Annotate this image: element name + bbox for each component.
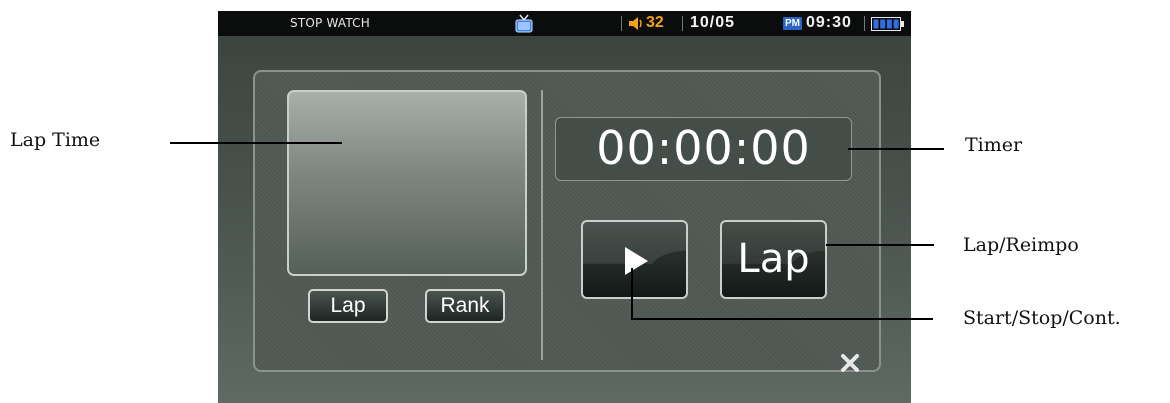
callout-line-start-horizontal xyxy=(631,318,933,320)
callout-label-start-stop: Start/Stop/Cont. xyxy=(963,307,1121,329)
status-bar: STOP WATCH 32 10/05 PM 09:30 xyxy=(218,11,911,36)
stopwatch-screen: STOP WATCH 32 10/05 PM 09:30 Lap Rank 00… xyxy=(218,11,911,403)
status-separator xyxy=(621,16,622,31)
callout-line-lap-reimpo xyxy=(826,244,934,246)
callout-line-timer xyxy=(848,148,944,150)
speaker-icon xyxy=(629,17,642,30)
lap-reset-button[interactable]: Lap xyxy=(720,220,827,299)
date-readout: 10/05 xyxy=(690,14,736,31)
volume-level: 32 xyxy=(646,14,664,31)
ampm-badge: PM xyxy=(783,17,802,30)
callout-label-lap-reimpo: Lap/Reimpo xyxy=(963,234,1079,256)
callout-label-timer: Timer xyxy=(965,134,1023,156)
status-separator xyxy=(864,16,865,31)
panel-divider xyxy=(541,90,543,360)
tv-icon xyxy=(515,14,533,33)
app-title: STOP WATCH xyxy=(290,16,370,30)
callout-line-start-vertical xyxy=(631,268,633,320)
rank-button[interactable]: Rank xyxy=(425,289,505,323)
start-stop-button[interactable] xyxy=(581,220,688,299)
status-separator xyxy=(682,16,683,31)
lap-button-label: Lap xyxy=(737,236,810,282)
callout-line-lap-time xyxy=(170,142,342,144)
battery-icon xyxy=(871,17,904,31)
stopwatch-panel: Lap Rank 00:00:00 Lap xyxy=(253,70,881,372)
close-icon[interactable] xyxy=(838,351,862,375)
clock-readout: 09:30 xyxy=(806,14,852,31)
callout-label-lap-time: Lap Time xyxy=(10,129,101,151)
timer-display: 00:00:00 xyxy=(555,117,852,181)
lap-list-button[interactable]: Lap xyxy=(308,289,388,323)
play-icon xyxy=(625,247,648,275)
lap-time-display xyxy=(287,90,527,276)
